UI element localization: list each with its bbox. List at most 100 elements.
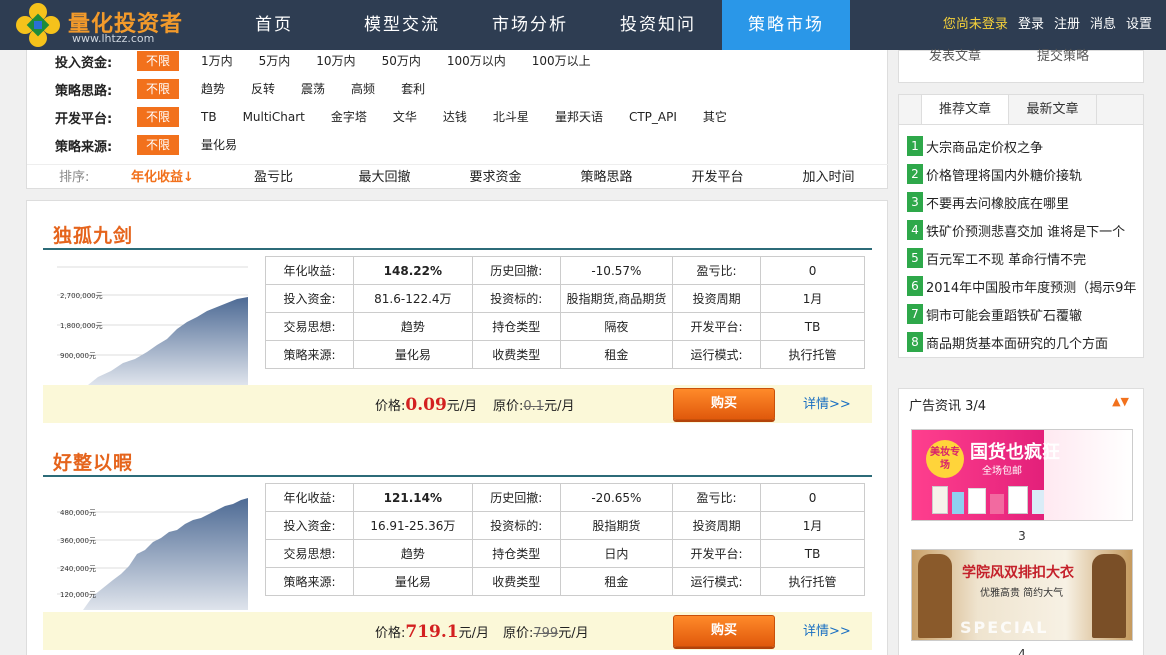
nav-market-analysis[interactable]: 市场分析 [466,0,594,50]
strategy-title[interactable]: 好整以暇 [53,448,133,475]
price-unit: 元/月 [446,399,478,414]
original-price-unit: 元/月 [558,626,589,641]
messages-link[interactable]: 消息 [1090,0,1116,50]
sort-max-drawdown[interactable]: 最大回撤 [329,166,440,185]
register-link[interactable]: 注册 [1054,0,1080,50]
nav-model-exchange[interactable]: 模型交流 [338,0,466,50]
nav-strategy-market[interactable]: 策略市场 [722,0,850,50]
filter-option[interactable]: TB [193,107,225,127]
original-price-value: 0.1 [523,399,545,414]
filter-option[interactable]: 北斗星 [485,107,537,127]
ads-title: 广告资讯 3/4 [909,399,987,414]
product-bottles-icon [932,486,1132,516]
stat-value: 0 [760,256,865,285]
filter-option[interactable]: 量化易 [193,135,245,155]
stat-annual-return: 148.22% [352,256,473,285]
article-item[interactable]: 3 不要再去问橡胶底在哪里 [907,191,1137,213]
details-link[interactable]: 详情>> [803,393,851,412]
filter-option-unlimited[interactable]: 不限 [137,135,179,155]
login-link[interactable]: 登录 [1018,0,1044,50]
filter-option-unlimited[interactable]: 不限 [137,107,179,127]
main-nav: 首页 模型交流 市场分析 投资知问 策略市场 [210,0,850,50]
stat-key: 开发平台: [672,312,762,341]
stat-value: 日内 [559,539,674,568]
sort-label: 排序: [59,170,90,185]
filter-option[interactable]: 达钱 [435,107,475,127]
filter-option[interactable]: CTP_API [621,107,685,127]
tab-latest[interactable]: 最新文章 [1009,95,1097,124]
filter-option[interactable]: 高频 [343,79,383,99]
stat-key: 历史回撤: [471,483,561,512]
filter-option[interactable]: 100万以内 [439,51,514,71]
filter-option[interactable]: 50万内 [374,51,429,71]
filter-option[interactable]: 套利 [393,79,433,99]
title-divider [43,475,872,477]
strategy-title[interactable]: 独孤九剑 [53,221,133,248]
ad-nav-arrows[interactable]: ▲▼ [1112,395,1129,408]
article-item[interactable]: 6 2014年中国股市年度预测（揭示9年 [907,275,1137,297]
price-value: 0.09 [405,395,447,415]
stat-key: 开发平台: [672,539,762,568]
submit-strategy-link[interactable]: 提交策略 [1037,45,1089,64]
chart-tick-label: 120,000元 [60,591,96,599]
article-item[interactable]: 1 大宗商品定价权之争 [907,135,1137,157]
article-item[interactable]: 5 百元军工不现 革命行情不完 [907,247,1137,269]
article-item[interactable]: 7 铜市可能会重蹈铁矿石覆辙 [907,303,1137,325]
stat-key: 运行模式: [672,567,762,596]
sort-profit-loss-ratio[interactable]: 盈亏比 [218,166,329,185]
details-link[interactable]: 详情>> [803,620,851,639]
settings-link[interactable]: 设置 [1126,0,1152,50]
filter-option[interactable]: 1万内 [193,51,241,71]
stat-value: 量化易 [352,567,473,596]
nav-invest-qa[interactable]: 投资知问 [594,0,722,50]
filter-option[interactable]: 文华 [385,107,425,127]
stat-key: 投入资金: [265,284,354,313]
filter-option[interactable]: 100万以上 [524,51,599,71]
nav-home[interactable]: 首页 [210,0,338,50]
filter-row-source: 策略来源: 不限 量化易 [27,134,255,156]
sort-platform[interactable]: 开发平台 [662,166,773,185]
site-logo[interactable]: 量化投资者 www.lhtzz.com [12,2,202,48]
original-price-unit: 元/月 [544,399,575,414]
filter-option[interactable]: 反转 [243,79,283,99]
original-price-block: 原价:0.1元/月 [493,395,574,414]
strategy-list: 独孤九剑 2,700,000元 1,800,000元 900,000元 年化收益… [26,200,888,655]
tab-recommended[interactable]: 推荐文章 [921,95,1009,124]
filter-option[interactable]: 趋势 [193,79,233,99]
filter-option-unlimited[interactable]: 不限 [137,51,179,71]
stat-key: 年化收益: [265,483,354,512]
filter-option[interactable]: 量邦天语 [547,107,611,127]
price-block: 价格:719.1元/月 [375,622,489,642]
sort-strategy-idea[interactable]: 策略思路 [551,166,662,185]
ad-index: 3 [1018,529,1026,543]
article-item[interactable]: 4 铁矿价预测悲喜交加 谁将是下一个 [907,219,1137,241]
filter-option[interactable]: 10万内 [308,51,363,71]
article-item[interactable]: 8 商品期货基本面研究的几个方面 [907,331,1137,353]
stat-value: 1月 [760,284,865,313]
filter-option[interactable]: 5万内 [251,51,299,71]
filter-option[interactable]: 金字塔 [323,107,375,127]
stat-value: 81.6-122.4万 [352,284,473,313]
top-navigation-bar: 量化投资者 www.lhtzz.com 首页 模型交流 市场分析 投资知问 策略… [0,0,1166,50]
filter-option[interactable]: 其它 [695,107,735,127]
article-item[interactable]: 2 价格管理将国内外糖价接轨 [907,163,1137,185]
buy-button[interactable]: 购买 [673,388,775,420]
stat-value: 1月 [760,511,865,540]
sort-required-capital[interactable]: 要求资金 [440,166,551,185]
sort-annual-return[interactable]: 年化收益↓ [107,166,218,185]
filter-option-unlimited[interactable]: 不限 [137,79,179,99]
stat-key: 盈亏比: [672,256,762,285]
post-article-link[interactable]: 发表文章 [929,45,981,64]
buy-button[interactable]: 购买 [673,615,775,647]
stat-key: 策略来源: [265,340,354,369]
original-price-block: 原价:799元/月 [503,622,589,641]
ad-banner-cosmetics[interactable]: 美妆专场 国货也疯狂 全场包邮 [911,429,1133,521]
price-bar: 价格:0.09元/月 原价:0.1元/月 购买 详情>> [43,385,872,423]
ads-box: 广告资讯 3/4 ▲▼ 美妆专场 国货也疯狂 全场包邮 3 学院风双排扣大衣 优… [898,388,1144,655]
filter-option[interactable]: MultiChart [235,107,313,127]
chart-tick-label: 360,000元 [60,537,96,545]
sort-join-time[interactable]: 加入时间 [773,166,884,185]
model-figure-icon [1092,554,1126,638]
ad-banner-coat[interactable]: 学院风双排扣大衣 优雅高贵 简约大气 SPECIAL [911,549,1133,641]
filter-option[interactable]: 震荡 [293,79,333,99]
